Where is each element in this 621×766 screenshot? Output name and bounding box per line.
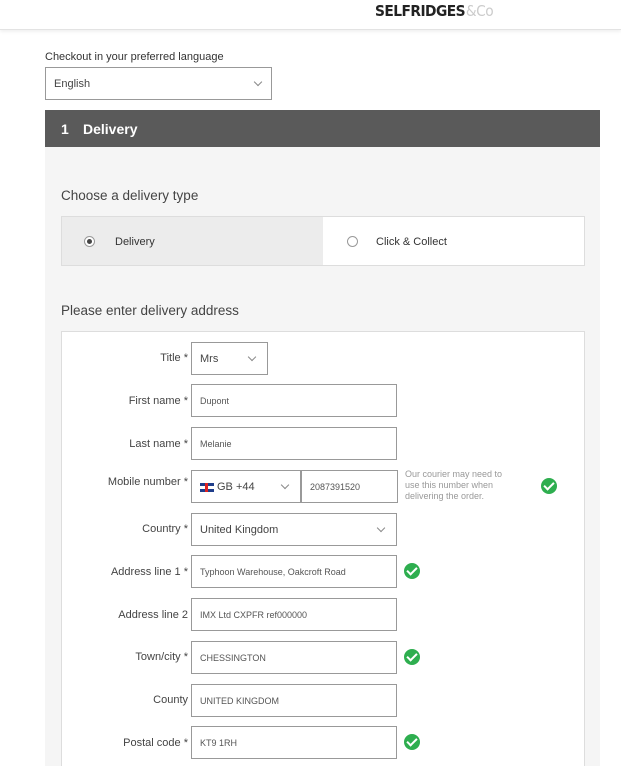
uk-flag-icon xyxy=(200,483,214,492)
step-number: 1 xyxy=(61,121,69,137)
mobile-hint: Our courier may need to use this number … xyxy=(405,469,503,501)
country-label: Country * xyxy=(142,523,188,535)
postal-field[interactable]: KT9 1RH xyxy=(191,726,397,759)
mobile-value: 2087391520 xyxy=(310,482,361,492)
first-name-label: First name * xyxy=(128,395,188,407)
address2-value: IMX Ltd CXPFR ref000000 xyxy=(200,610,308,620)
delivery-type-title: Choose a delivery type xyxy=(61,188,199,203)
delivery-type-selector: Delivery Click & Collect xyxy=(61,216,585,266)
radio-selected-icon[interactable] xyxy=(84,236,95,247)
last-name-label: Last name * xyxy=(129,438,188,450)
country-code-value: GB +44 xyxy=(217,481,255,493)
step-title: Delivery xyxy=(83,121,138,137)
first-name-field[interactable]: Dupont xyxy=(191,384,397,417)
address-title: Please enter delivery address xyxy=(61,303,239,318)
town-value: CHESSINGTON xyxy=(200,653,266,663)
country-value: United Kingdom xyxy=(200,524,279,536)
click-collect-option-label: Click & Collect xyxy=(376,236,447,248)
delivery-option[interactable]: Delivery xyxy=(62,217,323,265)
mobile-field[interactable]: 2087391520 xyxy=(301,470,398,503)
valid-check-icon xyxy=(404,649,420,665)
address2-label: Address line 2 xyxy=(118,609,188,621)
country-select[interactable]: United Kingdom xyxy=(191,513,397,546)
address2-field[interactable]: IMX Ltd CXPFR ref000000 xyxy=(191,598,397,631)
mobile-label: Mobile number * xyxy=(107,476,188,488)
county-field[interactable]: UNITED KINGDOM xyxy=(191,684,397,717)
chevron-down-icon xyxy=(280,480,290,490)
language-select[interactable]: English xyxy=(45,67,272,100)
address1-value: Typhoon Warehouse, Oakcroft Road xyxy=(200,567,346,577)
language-value: English xyxy=(54,78,91,90)
postal-label: Postal code * xyxy=(123,737,188,749)
country-code-select[interactable]: GB +44 xyxy=(191,470,301,503)
title-value: Mrs xyxy=(200,353,219,365)
title-label: Title * xyxy=(160,352,188,364)
address-form: Title * Mrs First name * Dupont Last nam… xyxy=(61,331,585,766)
radio-unselected-icon[interactable] xyxy=(347,236,358,247)
postal-value: KT9 1RH xyxy=(200,738,238,748)
address1-field[interactable]: Typhoon Warehouse, Oakcroft Road xyxy=(191,555,397,588)
language-label: Checkout in your preferred language xyxy=(45,51,224,63)
checkout-panel: 1 Delivery Choose a delivery type Delive… xyxy=(45,110,600,766)
delivery-option-label: Delivery xyxy=(115,236,155,248)
last-name-value: Melanie xyxy=(200,439,232,449)
last-name-field[interactable]: Melanie xyxy=(191,427,397,460)
county-value: UNITED KINGDOM xyxy=(200,696,280,706)
site-header: SELFRIDGES&Co xyxy=(0,0,621,30)
valid-check-icon xyxy=(404,563,420,579)
valid-check-icon xyxy=(541,478,557,494)
selfridges-logo[interactable]: SELFRIDGES&Co xyxy=(375,2,494,20)
step-header[interactable]: 1 Delivery xyxy=(45,110,600,147)
click-collect-option[interactable]: Click & Collect xyxy=(323,217,584,265)
valid-check-icon xyxy=(404,734,420,750)
town-field[interactable]: CHESSINGTON xyxy=(191,641,397,674)
chevron-down-icon xyxy=(247,352,257,362)
county-label: County xyxy=(153,694,188,706)
title-select[interactable]: Mrs xyxy=(191,342,268,375)
chevron-down-icon xyxy=(253,77,263,87)
town-label: Town/city * xyxy=(135,651,188,663)
address1-label: Address line 1 * xyxy=(110,566,188,578)
first-name-value: Dupont xyxy=(200,396,230,406)
chevron-down-icon xyxy=(376,523,386,533)
